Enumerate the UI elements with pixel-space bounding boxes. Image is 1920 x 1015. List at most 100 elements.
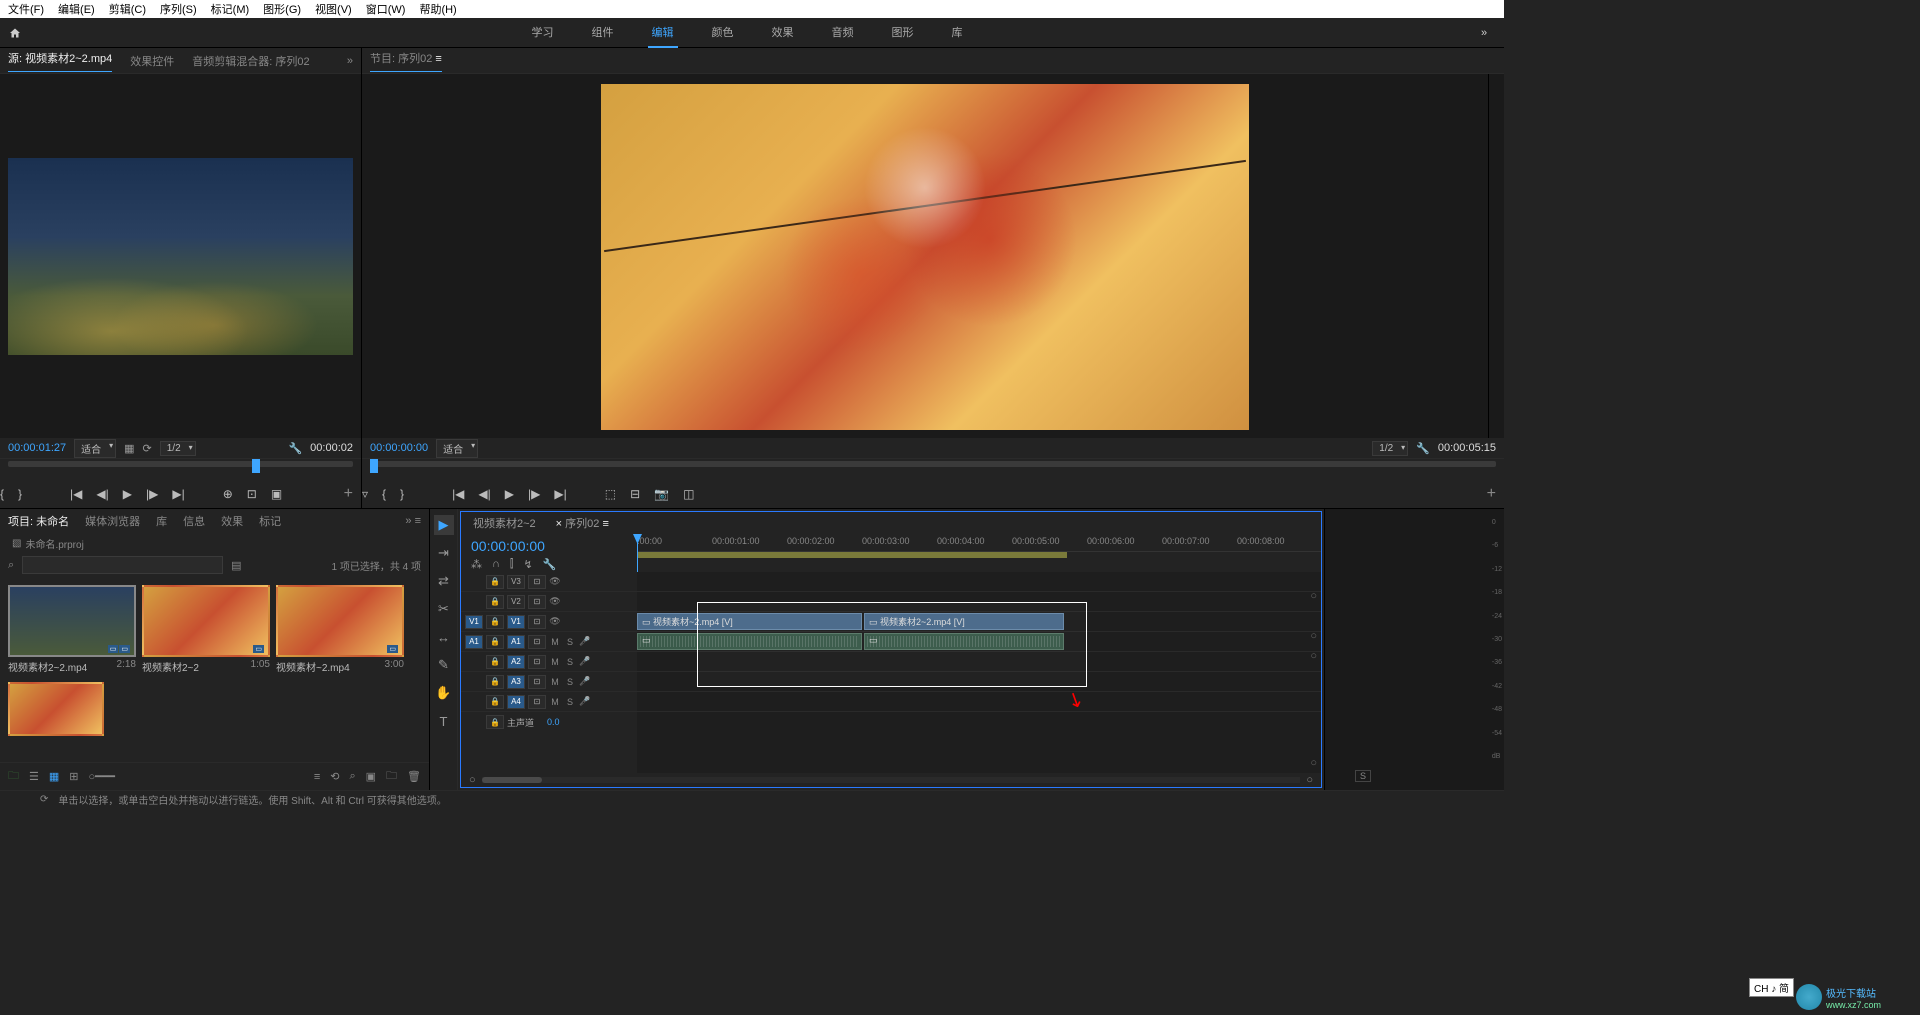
lock-icon[interactable] — [486, 575, 504, 589]
workspace-overflow[interactable]: » — [1464, 27, 1504, 39]
tab-effects[interactable]: 效果 — [221, 513, 243, 529]
new-folder-icon[interactable]: 🗀 — [386, 767, 397, 786]
menu-edit[interactable]: 编辑(E) — [58, 1, 95, 17]
source-add-button[interactable]: + — [344, 485, 353, 503]
tl-tab-2[interactable]: × 序列02 ≡ — [556, 515, 609, 531]
program-playhead[interactable] — [370, 459, 378, 473]
wrench-icon[interactable]: 🔧 — [288, 442, 302, 455]
eye-icon[interactable]: 👁 — [549, 576, 561, 587]
timeline-timecode[interactable]: 00:00:00:00 — [471, 534, 627, 554]
export-frame-icon[interactable]: ▣ — [271, 487, 282, 501]
list-view-icon[interactable]: ☰ — [29, 770, 39, 783]
step-fwd-icon[interactable]: |▶ — [146, 487, 158, 501]
tab-libraries[interactable]: 库 — [156, 513, 167, 529]
project-item[interactable] — [8, 682, 136, 736]
track-header-a2[interactable]: A2⊡MS🎤 — [461, 652, 637, 672]
work-area-bar[interactable] — [637, 552, 1067, 558]
menu-window[interactable]: 窗口(W) — [366, 1, 406, 17]
icon-view-icon[interactable]: ▦ — [49, 770, 59, 783]
selection-tool-icon[interactable]: ▶ — [434, 515, 454, 535]
slip-tool-icon[interactable]: ↔ — [434, 627, 454, 647]
prog-step-back-icon[interactable]: ◀| — [478, 487, 490, 501]
pen-tool-icon[interactable]: ✎ — [434, 655, 454, 675]
zoom-slider[interactable]: ○━━━ — [89, 770, 116, 783]
project-search-input[interactable] — [22, 556, 223, 574]
track-header-v3[interactable]: V3⊡👁 — [461, 572, 637, 592]
timeline-playhead[interactable] — [637, 534, 638, 572]
track-header-a4[interactable]: A4⊡MS🎤 — [461, 692, 637, 712]
tl-tab-1[interactable]: 视频素材2~2 — [473, 515, 536, 531]
program-scrubber[interactable] — [362, 458, 1504, 480]
source-zoom-dropdown[interactable]: 1/2 — [160, 441, 196, 456]
project-item[interactable]: ▭ 视频素材~2.mp43:00 — [276, 585, 404, 676]
prog-marker-icon[interactable]: ▿ — [362, 487, 368, 501]
filter-icon[interactable]: ▤ — [231, 559, 241, 572]
prog-camera-icon[interactable]: 📷 — [654, 487, 669, 501]
timeline-ruler[interactable]: :00:00 00:00:01:00 00:00:02:00 00:00:03:… — [637, 534, 1321, 572]
track-header-v1[interactable]: V1V1⊡👁 — [461, 612, 637, 632]
prog-extract-icon[interactable]: ⊟ — [630, 487, 640, 501]
solo-button[interactable]: S — [1355, 770, 1371, 782]
source-scrubber[interactable] — [0, 458, 361, 480]
marker-tool-icon[interactable]: ⫿ — [510, 558, 514, 571]
home-button[interactable] — [0, 18, 30, 48]
menu-help[interactable]: 帮助(H) — [419, 1, 456, 17]
ws-effects[interactable]: 效果 — [768, 18, 798, 48]
prog-step-fwd-icon[interactable]: |▶ — [528, 487, 540, 501]
project-grid[interactable]: ▭▭ 视频素材2~2.mp42:18 ▭ 视频素材2~21:05 ▭ 视频素材~… — [0, 577, 429, 762]
program-fit-dropdown[interactable]: 适合 — [436, 439, 478, 458]
tab-info[interactable]: 信息 — [183, 513, 205, 529]
track-header-a1[interactable]: A1A1⊡MS🎤 — [461, 632, 637, 652]
source-tc-in[interactable]: 00:00:01:27 — [8, 442, 66, 454]
new-bin-icon[interactable]: 🗀 — [8, 767, 19, 786]
tab-audio-mixer[interactable]: 音频剪辑混合器: 序列02 — [192, 53, 309, 69]
prog-mark-in-icon[interactable]: { — [382, 487, 386, 501]
project-item[interactable]: ▭▭ 视频素材2~2.mp42:18 — [8, 585, 136, 676]
tl-settings-icon[interactable]: ↯ — [523, 558, 532, 571]
ws-assembly[interactable]: 组件 — [588, 18, 618, 48]
link-icon[interactable]: ∩ — [492, 558, 500, 571]
menu-clip[interactable]: 剪辑(C) — [109, 1, 146, 17]
source-viewport[interactable] — [0, 74, 361, 438]
program-add-button[interactable]: + — [1487, 485, 1496, 503]
trash-icon[interactable]: 🗑 — [407, 770, 421, 783]
program-tc-in[interactable]: 00:00:00:00 — [370, 442, 428, 454]
program-viewport[interactable] — [362, 74, 1488, 438]
automate-icon[interactable]: ⟲ — [330, 770, 339, 783]
ws-libraries[interactable]: 库 — [948, 18, 967, 48]
find-icon[interactable]: ⌕ — [349, 770, 355, 783]
timeline-hscroll[interactable]: ○ ○ — [461, 773, 1321, 787]
proj-overflow[interactable]: » ≡ — [405, 515, 421, 527]
vscroll-handle[interactable]: ○ — [1310, 650, 1317, 662]
tab-source[interactable]: 源: 视频素材2~2.mp4 — [8, 50, 112, 72]
step-back-icon[interactable]: ◀| — [96, 487, 108, 501]
hand-tool-icon[interactable]: ✋ — [434, 683, 454, 703]
source-fit-dropdown[interactable]: 适合 — [74, 439, 116, 458]
vscroll-handle[interactable]: ○ — [1310, 590, 1317, 602]
program-wrench-icon[interactable]: 🔧 — [1416, 442, 1430, 455]
ws-audio[interactable]: 音频 — [828, 18, 858, 48]
track-header-master[interactable]: 主声道0.0 — [461, 712, 637, 732]
ws-learn[interactable]: 学习 — [528, 18, 558, 48]
overwrite-icon[interactable]: ⊡ — [247, 487, 257, 501]
insert-icon[interactable]: ⊕ — [223, 487, 233, 501]
prog-mark-out-icon[interactable]: } — [400, 487, 404, 501]
menu-graphics[interactable]: 图形(G) — [263, 1, 301, 17]
vscroll-handle[interactable]: ○ — [1310, 630, 1317, 642]
sort-icon[interactable]: ≡ — [314, 771, 320, 783]
source-tabs-overflow[interactable]: » — [347, 55, 353, 67]
prog-go-in-icon[interactable]: |◀ — [452, 487, 464, 501]
ws-editing[interactable]: 编辑 — [648, 18, 678, 48]
prog-go-out-icon[interactable]: ▶| — [554, 487, 566, 501]
tab-effect-controls[interactable]: 效果控件 — [130, 53, 174, 69]
menu-sequence[interactable]: 序列(S) — [160, 1, 197, 17]
menu-view[interactable]: 视图(V) — [315, 1, 352, 17]
tab-program[interactable]: 节目: 序列02 ≡ — [370, 50, 442, 72]
type-tool-icon[interactable]: T — [434, 711, 454, 731]
ws-graphics[interactable]: 图形 — [888, 18, 918, 48]
ws-color[interactable]: 颜色 — [708, 18, 738, 48]
new-item-icon[interactable]: ▣ — [366, 770, 376, 783]
prog-play-icon[interactable]: ▶ — [505, 487, 514, 501]
tab-media-browser[interactable]: 媒体浏览器 — [85, 513, 140, 529]
track-header-v2[interactable]: V2⊡👁 — [461, 592, 637, 612]
